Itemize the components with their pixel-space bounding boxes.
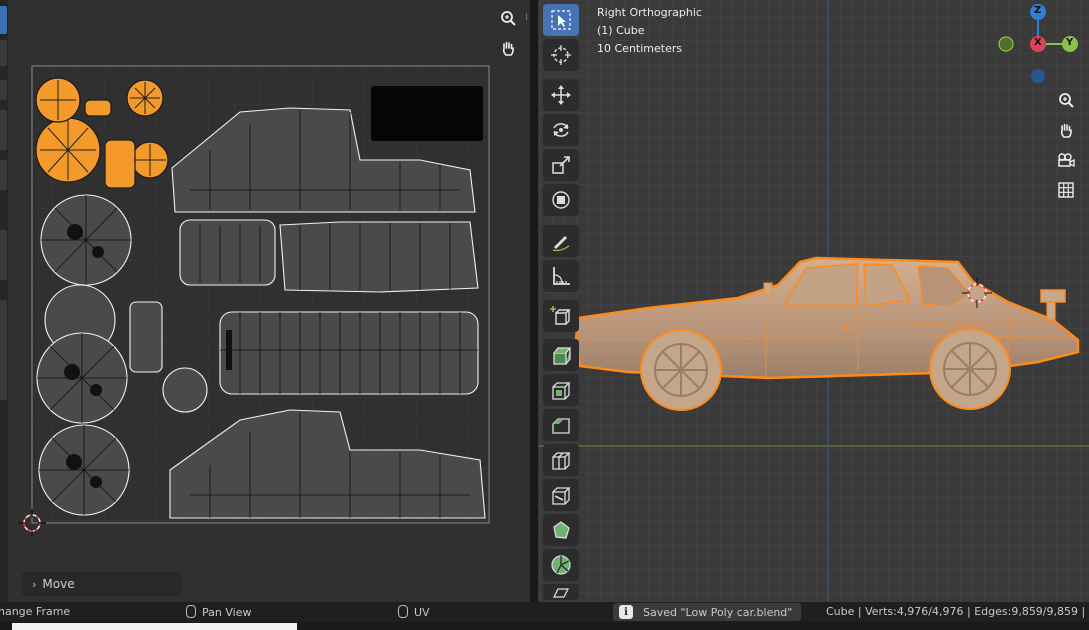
info-icon: i [619,605,633,619]
zoom-icon[interactable] [1053,87,1079,113]
grid-icon[interactable] [1053,177,1079,203]
transform-tool[interactable] [543,184,579,216]
uv-canvas[interactable] [0,0,530,602]
rotate-tool[interactable] [543,114,579,146]
grid-scale: 10 Centimeters [597,42,683,55]
gizmo-y-label: Y [1066,37,1074,48]
knife-tool[interactable] [543,479,579,511]
taskbar-highlight [12,623,297,630]
taskbar-strip [0,622,1089,630]
status-hint-left: hange Frame [0,605,71,618]
poly-build-tool[interactable] [543,514,579,546]
spin-tool[interactable] [543,549,579,581]
mouse-icon [398,605,408,618]
status-report[interactable]: i Saved "Low Poly car.blend" [613,603,801,621]
annotate-tool[interactable] [543,225,579,257]
gizmo-x-label: X [1034,37,1042,48]
camera-icon[interactable] [1053,147,1079,173]
inset-faces-tool[interactable] [543,374,579,406]
extrude-region-tool[interactable] [543,339,579,371]
cursor-tool[interactable] [543,39,579,71]
zoom-icon[interactable] [495,5,521,31]
status-saved-message: Saved "Low Poly car.blend" [643,605,793,619]
viewport-canvas[interactable] [538,0,1089,602]
measure-tool[interactable] [543,260,579,292]
status-hint-right-mouse: UV [398,605,430,619]
add-cube-tool[interactable] [543,300,579,332]
status-uv-label: UV [414,606,430,619]
mouse-icon [186,605,196,618]
status-bar: hange Frame Pan View UV i Saved "Low Pol… [0,602,1089,622]
scale-tool[interactable] [543,149,579,181]
bevel-tool[interactable] [543,409,579,441]
area-corner-handle[interactable]: ⁞ [525,12,528,23]
loop-cut-tool[interactable] [543,444,579,476]
gizmo-z-label: Z [1034,5,1042,16]
move-tool[interactable] [543,79,579,111]
3d-viewport[interactable] [538,0,1089,602]
area-divider[interactable] [530,0,538,602]
uv-black-island [371,86,483,141]
status-hint-middle-mouse: Pan View [186,605,251,619]
viewport-info-overlay: Right Orthographic (1) Cube 10 Centimete… [597,4,702,58]
tool-shelf [540,2,582,602]
select-box-tool[interactable] [543,4,579,36]
hand-icon[interactable] [1053,117,1079,143]
scene-statistics: Cube | Verts:4,976/4,976 | Edges:9,859/9… [826,605,1089,618]
view-name: Right Orthographic [597,6,702,19]
hand-icon[interactable] [495,35,521,61]
last-operator-label: Move [42,577,75,591]
last-operator-panel[interactable]: › Move [22,572,182,596]
uv-editor[interactable]: › Move [0,0,530,602]
active-object-name: (1) Cube [597,24,645,37]
status-pan-view-label: Pan View [202,606,252,619]
chevron-right-icon: › [32,577,37,591]
shear-tool[interactable] [543,584,579,600]
